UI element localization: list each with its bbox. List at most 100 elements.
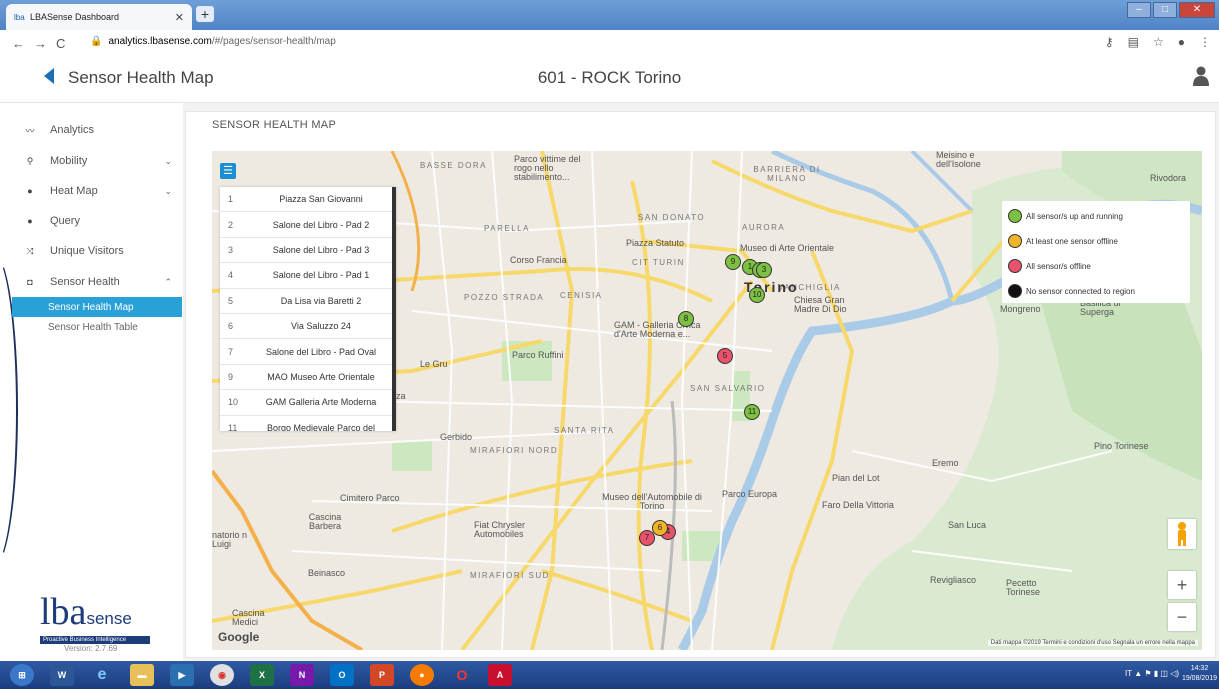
sensor-pin[interactable]: 11 bbox=[744, 404, 760, 420]
sensor-pin[interactable]: 10 bbox=[749, 287, 765, 303]
key-icon[interactable]: ⚷ bbox=[1105, 35, 1114, 49]
opera-icon[interactable]: O bbox=[450, 664, 474, 686]
url-field[interactable]: 🔒 analytics.lbasense.com/#/pages/sensor-h… bbox=[90, 36, 336, 47]
site-title: 601 - ROCK Torino bbox=[537, 68, 682, 87]
chevron-down-icon: ⌄ bbox=[164, 155, 172, 166]
map-label: Faro Della Vittoria bbox=[822, 500, 894, 510]
list-item[interactable]: 10 GAM Galleria Arte Moderna bbox=[220, 390, 392, 416]
legend-swatch bbox=[1008, 234, 1022, 248]
map-label: Mongreno bbox=[1000, 304, 1041, 314]
sensor-pin[interactable]: 8 bbox=[678, 311, 694, 327]
list-toggle-button[interactable]: ☰ bbox=[220, 163, 236, 179]
app-header: Sensor Health Map 601 - ROCK Torino bbox=[0, 58, 1219, 103]
onenote-icon[interactable]: N bbox=[290, 664, 314, 686]
back-arrow-icon[interactable]: ← bbox=[12, 36, 25, 51]
powerpoint-icon[interactable]: P bbox=[370, 664, 394, 686]
windows-taskbar: ⊞ W e ▬ ▶ ◉ X N O P ● O A IT ▲ ⚑ ▮ ◫ ◁) … bbox=[0, 661, 1219, 689]
map-attribution[interactable]: Dati mappa ©2019 Termini e condizioni d'… bbox=[987, 640, 1198, 646]
list-item[interactable]: 11 Borgo Medievale Parco del bbox=[220, 416, 392, 431]
sensor-map[interactable]: BASSE DORA Parco vittime del rogo nello … bbox=[212, 151, 1202, 650]
dot-icon: ● bbox=[27, 186, 33, 196]
zoom-out-button[interactable]: − bbox=[1168, 603, 1196, 631]
reload-icon[interactable]: C bbox=[56, 36, 65, 51]
ie-icon[interactable]: e bbox=[90, 664, 114, 686]
map-label: BASSE DORA bbox=[420, 161, 488, 170]
acrobat-icon[interactable]: A bbox=[488, 664, 512, 686]
close-window-button[interactable]: ✕ bbox=[1179, 2, 1215, 18]
zoom-in-button[interactable]: + bbox=[1168, 571, 1196, 599]
dot-icon: ● bbox=[27, 216, 33, 226]
sidebar-subitem-sensor-health-table[interactable]: Sensor Health Table bbox=[12, 317, 182, 337]
translate-icon[interactable]: ▤ bbox=[1128, 35, 1139, 49]
map-label: Fiat Chrysler Automobiles bbox=[474, 520, 526, 539]
maximize-button[interactable]: □ bbox=[1153, 2, 1177, 18]
list-item[interactable]: 6 Via Saluzzo 24 bbox=[220, 314, 392, 340]
profile-icon[interactable]: ● bbox=[1178, 35, 1185, 49]
window-controls: – □ ✕ bbox=[1125, 2, 1215, 18]
map-label: Gerbido bbox=[440, 432, 473, 442]
list-item[interactable]: 1 Piazza San Giovanni bbox=[220, 187, 392, 213]
legend-item: At least one sensor offline bbox=[1008, 234, 1118, 248]
list-item[interactable]: 7 Salone del Libro - Pad Oval bbox=[220, 339, 392, 365]
sensor-pin[interactable]: 5 bbox=[717, 348, 733, 364]
sidebar-item-heat-map[interactable]: ● Heat Map ⌄ bbox=[0, 179, 182, 203]
sensor-list: 1 Piazza San Giovanni 2 Salone del Libro -… bbox=[220, 187, 396, 431]
star-icon[interactable]: ☆ bbox=[1153, 35, 1164, 49]
list-item[interactable]: 2 Salone del Libro - Pad 2 bbox=[220, 212, 392, 238]
google-logo: Google bbox=[218, 630, 260, 644]
firefox-icon[interactable]: ● bbox=[410, 664, 434, 686]
sensor-pin[interactable]: 9 bbox=[725, 254, 741, 270]
user-icon[interactable] bbox=[1193, 66, 1209, 91]
bike-icon: ⚲ bbox=[26, 155, 34, 166]
card-title: SENSOR HEALTH MAP bbox=[212, 119, 337, 131]
map-label: natorio n Luigi bbox=[212, 530, 248, 549]
folder-icon[interactable]: ▬ bbox=[130, 664, 154, 686]
map-label: Beinasco bbox=[308, 568, 346, 578]
list-item[interactable]: 5 Da Lisa via Baretti 2 bbox=[220, 289, 392, 314]
map-label: Eremo bbox=[932, 458, 959, 468]
browser-toolbar-icons: ⚷ ▤ ☆ ● ⋮ bbox=[1105, 35, 1211, 49]
outlook-icon[interactable]: O bbox=[330, 664, 354, 686]
sidebar-item-mobility[interactable]: ⚲ Mobility ⌄ bbox=[0, 149, 182, 173]
list-item[interactable]: 4 Salone del Libro - Pad 1 bbox=[220, 263, 392, 289]
forward-arrow-icon[interactable]: → bbox=[34, 36, 47, 51]
list-item[interactable]: 9 MAO Museo Arte Orientale bbox=[220, 365, 392, 391]
map-legend: All sensor/s up and running At least one… bbox=[1002, 201, 1190, 303]
map-label: Cimitero Parco bbox=[340, 493, 400, 503]
browser-titlebar: lba LBASense Dashboard ✕ + – □ ✕ bbox=[0, 0, 1219, 30]
map-label: Piazza Statuto bbox=[626, 238, 685, 248]
sidebar-item-sensor-health[interactable]: ◘ Sensor Health ⌃ bbox=[0, 270, 182, 294]
start-button[interactable]: ⊞ bbox=[10, 664, 34, 686]
sidebar-subitem-sensor-health-map[interactable]: Sensor Health Map bbox=[12, 297, 182, 317]
system-tray: IT ▲ ⚑ ▮ ◫ ◁) bbox=[1125, 669, 1179, 678]
sidebar-item-query[interactable]: ● Query bbox=[0, 209, 182, 233]
lba-favicon-icon: lba bbox=[14, 12, 25, 22]
street-view-pegman-icon[interactable] bbox=[1168, 519, 1196, 549]
sensor-pin[interactable]: 3 bbox=[756, 262, 772, 278]
sidebar-item-unique-visitors[interactable]: ⤨ Unique Visitors bbox=[0, 239, 182, 263]
excel-icon[interactable]: X bbox=[250, 664, 274, 686]
map-label: POZZO STRADA bbox=[464, 293, 545, 302]
map-label: Parco Ruffini bbox=[512, 350, 564, 360]
map-label: Le Gru bbox=[420, 359, 448, 369]
clock[interactable]: 14:32 19/08/2019 bbox=[1182, 664, 1217, 684]
map-label: Museo dell'Automobile di Torino bbox=[602, 492, 702, 511]
legend-item: No sensor connected to region bbox=[1008, 284, 1135, 298]
map-label: MIRAFIORI NORD bbox=[470, 446, 559, 455]
new-tab-button[interactable]: + bbox=[196, 6, 214, 22]
browser-tab[interactable]: lba LBASense Dashboard ✕ bbox=[6, 4, 192, 30]
legend-swatch bbox=[1008, 284, 1022, 298]
map-label: Pecetto Torinese bbox=[1006, 578, 1041, 597]
media-icon[interactable]: ▶ bbox=[170, 664, 194, 686]
lbasense-logo: lbasense Proactive Business Intelligence… bbox=[40, 593, 160, 653]
list-item[interactable]: 3 Salone del Libro - Pad 3 bbox=[220, 238, 392, 264]
lock-icon: 🔒 bbox=[90, 36, 103, 47]
chrome-icon[interactable]: ◉ bbox=[210, 664, 234, 686]
menu-icon[interactable]: ⋮ bbox=[1199, 35, 1211, 49]
word-icon[interactable]: W bbox=[50, 664, 74, 686]
minimize-button[interactable]: – bbox=[1127, 2, 1151, 18]
sensor-pin[interactable]: 6 bbox=[652, 520, 668, 536]
sidebar-item-analytics[interactable]: 〰 Analytics bbox=[0, 118, 182, 142]
map-label: Parco vittime del rogo nello stabiliment… bbox=[514, 154, 581, 182]
close-tab-icon[interactable]: ✕ bbox=[175, 11, 184, 24]
